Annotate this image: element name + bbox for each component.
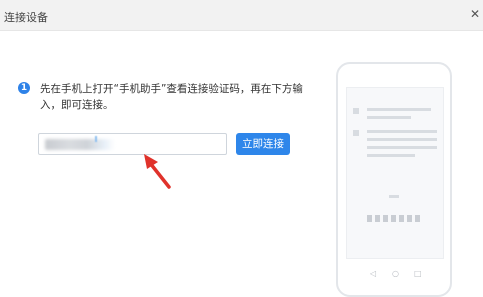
placeholder-line xyxy=(367,146,437,149)
home-nav-icon: ○ xyxy=(392,269,399,278)
title-bar: 连接设备 ✕ xyxy=(0,0,483,31)
code-digit-placeholder xyxy=(407,215,412,222)
text-cursor xyxy=(95,136,97,142)
placeholder-line xyxy=(367,116,411,119)
verification-code-input[interactable] xyxy=(38,133,227,155)
phone-screen xyxy=(346,87,444,259)
recent-apps-nav-icon: □ xyxy=(414,269,422,278)
code-digit-placeholder xyxy=(383,215,388,222)
placeholder-line xyxy=(367,138,437,141)
step-number-badge: 1 xyxy=(18,82,30,94)
placeholder-line xyxy=(367,108,431,111)
code-digit-placeholder xyxy=(415,215,420,222)
placeholder-square-2 xyxy=(353,130,359,136)
code-digit-placeholder xyxy=(367,215,372,222)
close-icon[interactable]: ✕ xyxy=(470,8,480,20)
placeholder-line xyxy=(367,130,437,133)
phone-illustration: ◁ ○ □ xyxy=(336,62,452,297)
code-digit-placeholder xyxy=(375,215,380,222)
blurred-code-text xyxy=(45,139,115,150)
back-nav-icon: ◁ xyxy=(370,269,377,278)
window-title: 连接设备 xyxy=(4,11,48,24)
red-arrow-icon xyxy=(144,154,171,189)
connect-now-button[interactable]: 立即连接 xyxy=(236,133,290,155)
code-digit-placeholder xyxy=(391,215,396,222)
code-digit-placeholder xyxy=(399,215,404,222)
placeholder-line xyxy=(367,154,415,157)
instruction-text: 先在手机上打开“手机助手”查看连接验证码，再在下方输入，即可连接。 xyxy=(40,83,303,111)
placeholder-square-1 xyxy=(353,108,359,114)
placeholder-dash xyxy=(389,195,399,198)
